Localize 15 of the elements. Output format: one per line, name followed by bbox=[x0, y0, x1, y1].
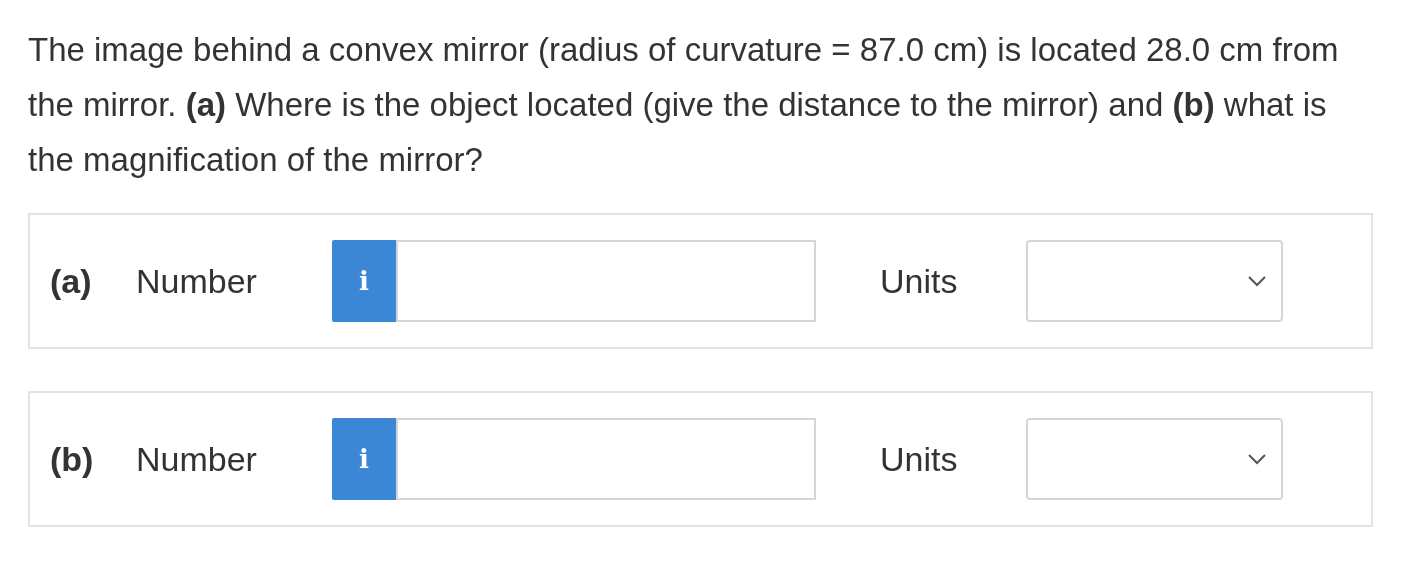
info-button[interactable]: i bbox=[332, 240, 396, 322]
part-label: (a) bbox=[50, 260, 93, 302]
number-label: Number bbox=[136, 438, 258, 480]
units-label: Units bbox=[880, 260, 959, 302]
units-dropdown[interactable] bbox=[1026, 240, 1283, 322]
number-label: Number bbox=[136, 260, 258, 302]
number-input-field[interactable] bbox=[396, 418, 816, 500]
units-dropdown[interactable] bbox=[1026, 418, 1283, 500]
info-button[interactable]: i bbox=[332, 418, 396, 500]
question-text: The image behind a convex mirror (radius of curvature = 87.0 cm) is located 28.0 cm from the mirror. (a) Where is the object located (give the distance to the mirror) and (b) what is the magnification of the mirror? bbox=[28, 30, 1340, 180]
units-label: Units bbox=[880, 438, 959, 480]
number-input-field[interactable] bbox=[396, 240, 816, 322]
caret-icon bbox=[1247, 453, 1267, 465]
part-label: (b) bbox=[50, 438, 95, 480]
caret-icon bbox=[1247, 275, 1267, 287]
